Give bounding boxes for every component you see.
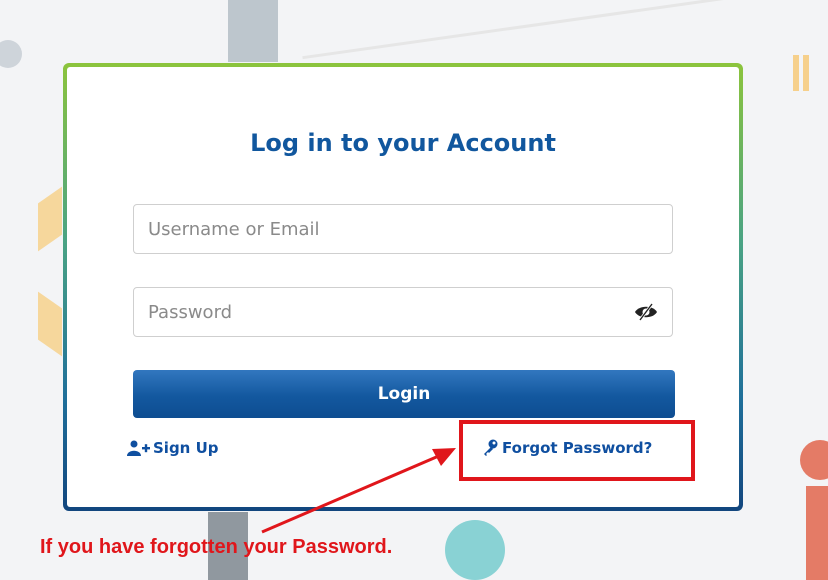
annotation-caption: If you have forgotten your Password. (40, 536, 393, 558)
arrow-icon (261, 448, 456, 534)
